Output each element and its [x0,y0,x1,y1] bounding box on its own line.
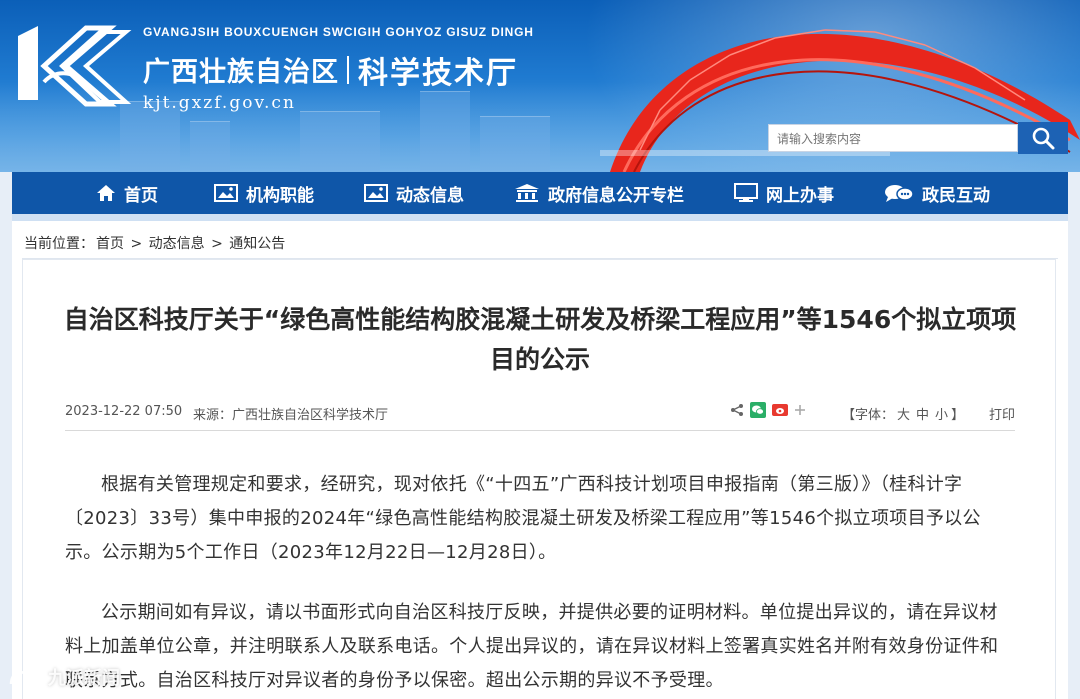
article-date: 2023-12-22 07:50 [65,404,183,419]
nav-item-gov-info[interactable]: 政府信息公开专栏 [514,172,684,214]
article-paragraph: 公示期间如有异议，请以书面形式向自治区科技厅反映，并提供必要的证明材料。单位提出… [65,602,999,691]
article-source: 来源：广西壮族自治区科学技术厅 [193,408,389,423]
image-icon [364,184,388,202]
more-share-icon[interactable] [794,404,806,416]
nav-item-online-services[interactable]: 网上办事 [734,172,834,214]
breadcrumb-separator: > [211,236,223,252]
nav-label: 机构职能 [246,185,314,206]
breadcrumb-link-notices[interactable]: 通知公告 [229,236,285,252]
search-input[interactable] [775,125,1015,153]
watermark-logo-icon [9,670,43,685]
image-icon [214,184,238,202]
article-paragraph: 根据有关管理规定和要求，经研究，现对依托《“十四五”广西科技计划项目申报指南（第… [65,474,981,563]
nav-item-news[interactable]: 动态信息 [364,172,464,214]
watermark-text: 九派新闻 [48,668,120,689]
nav-item-institution[interactable]: 机构职能 [214,172,314,214]
breadcrumb: 当前位置： 首页 > 动态信息 > 通知公告 [24,233,287,253]
share-bar [730,402,806,418]
search-box [768,124,1018,153]
nav-label: 网上办事 [766,185,834,206]
monitor-icon [734,183,758,202]
nav-label: 首页 [124,185,158,206]
logo-icon [18,25,132,107]
site-region-name: 广西壮族自治区 [143,57,339,88]
nav-label: 政府信息公开专栏 [548,185,684,206]
site-url[interactable]: kjt.gxzf.gov.cn [143,93,296,113]
main-nav: 首页 机构职能 动态信息 政府信息公开专栏 网上办事 政民互动 [12,172,1068,214]
site-dept-name: 科学技术厅 [358,56,518,91]
article-title: 自治区科技厅关于“绿色高性能结构胶混凝土研发及桥梁工程应用”等1546个拟立项项… [63,305,1017,374]
breadcrumb-separator: > [130,236,143,252]
building-icon [515,184,539,202]
print-button[interactable]: 打印 [989,404,1015,423]
breadcrumb-link-news[interactable]: 动态信息 [149,236,205,252]
breadcrumb-link-home[interactable]: 首页 [96,236,124,252]
meta-divider [65,430,1015,431]
header-banner: GVANGJSIH BOUXCUENGH SWCIGIH GOHYOZ GISU… [0,0,1080,172]
nav-underline [12,214,1068,221]
title-separator [347,56,349,84]
weibo-icon[interactable] [772,403,788,417]
font-size-label: 【字体： [842,408,895,423]
font-size-close: 】 [951,408,965,423]
chat-icon [885,185,914,202]
font-small-button[interactable]: 小 [935,408,948,423]
font-size-control: 【字体：大中小】 [842,404,964,423]
search-icon [1032,127,1055,150]
home-icon [97,185,115,201]
wechat-icon[interactable] [750,402,766,418]
font-large-button[interactable]: 大 [897,408,910,423]
nav-item-interaction[interactable]: 政民互动 [884,172,990,214]
nav-item-home[interactable]: 首页 [96,172,158,214]
search-button[interactable] [1018,122,1068,154]
nav-label: 动态信息 [396,185,464,206]
breadcrumb-prefix: 当前位置： [24,236,94,252]
share-icon[interactable] [730,403,744,417]
font-medium-button[interactable]: 中 [916,408,929,423]
watermark: 九派新闻 [8,664,120,690]
site-roman-name: GVANGJSIH BOUXCUENGH SWCIGIH GOHYOZ GISU… [143,25,534,39]
nav-label: 政民互动 [922,185,990,206]
